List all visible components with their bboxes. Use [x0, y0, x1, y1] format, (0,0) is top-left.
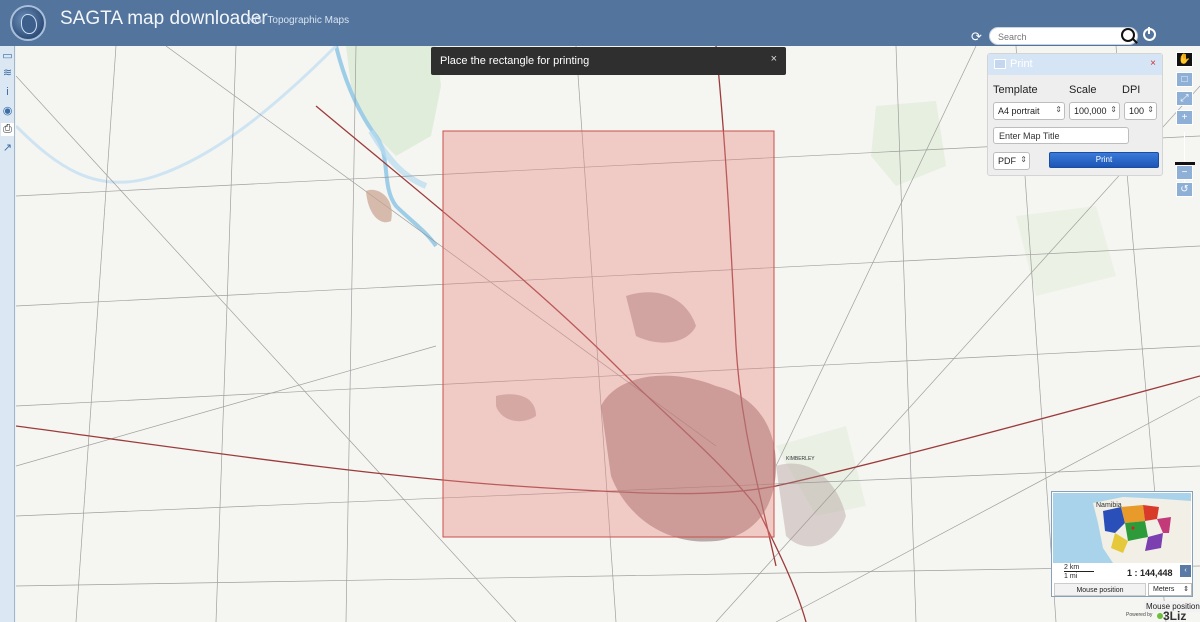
dpi-label: DPI — [1122, 84, 1141, 96]
print-panel-title: Print — [1010, 58, 1033, 70]
scale-bar-line — [1064, 571, 1094, 572]
left-toolbar: ▭ ≋ i ◉ ⎙ ↗ — [0, 46, 15, 622]
dpi-select[interactable]: 100 — [1124, 102, 1157, 120]
scale-bar: 2 km 1 mi — [1064, 564, 1109, 580]
print-panel-close-icon[interactable]: × — [1150, 58, 1156, 69]
print-panel-header: Print × — [988, 54, 1162, 75]
app-header: SAGTA map downloader NGI Topographic Map… — [0, 0, 1200, 46]
scale-bar-mi: 1 mi — [1064, 573, 1078, 580]
search-input[interactable] — [998, 30, 1113, 43]
powered-by-label: Powered by — [1126, 612, 1153, 618]
toast-close-icon[interactable]: × — [771, 53, 777, 65]
format-select[interactable]: PDF — [993, 152, 1030, 170]
search-box[interactable] — [989, 27, 1138, 45]
sagta-logo — [10, 5, 46, 41]
history-icon[interactable]: ↺ — [1176, 182, 1193, 197]
overview-country-label: Namibia — [1096, 502, 1122, 509]
folder-icon[interactable]: ▭ — [1, 50, 14, 63]
share-icon[interactable]: ↗ — [1, 142, 14, 155]
units-select[interactable]: Meters — [1148, 583, 1192, 596]
map-title-input[interactable] — [993, 127, 1129, 144]
app-title: SAGTA map downloader — [60, 8, 268, 29]
print-icon[interactable]: ⎙ — [1, 123, 14, 136]
overview-map[interactable]: Namibia — [1053, 493, 1191, 563]
template-label: Template — [993, 84, 1038, 96]
overview-map-panel: Namibia 2 km 1 mi 1 : 144,448 ‹ Mouse po… — [1051, 491, 1193, 597]
scale-ratio: 1 : 144,448 — [1127, 568, 1173, 578]
map-navigation-bar: ✋ □ ⤢ + − ↺ — [1175, 52, 1195, 202]
power-icon[interactable] — [1143, 27, 1156, 41]
refresh-icon[interactable]: ⟳ — [971, 29, 982, 45]
pan-hand-icon[interactable]: ✋ — [1176, 52, 1193, 67]
zoom-in-icon[interactable]: + — [1176, 110, 1193, 125]
template-select[interactable]: A4 portrait — [993, 102, 1065, 120]
place-label-kimberley: KIMBERLEY — [786, 456, 815, 462]
locate-icon[interactable]: ◉ — [1, 105, 14, 118]
overview-map-canvas — [1053, 493, 1191, 563]
scale-select[interactable]: 100,000 — [1069, 102, 1120, 120]
printer-icon — [994, 59, 1006, 69]
scale-label: Scale — [1069, 84, 1097, 96]
zoom-extent-icon[interactable]: ⤢ — [1176, 91, 1193, 106]
print-instruction-toast: Place the rectangle for printing × — [431, 47, 786, 75]
overview-toggle-icon[interactable]: ‹ — [1180, 565, 1191, 577]
search-icon[interactable] — [1121, 28, 1135, 42]
mouse-position-label: Mouse position — [1054, 583, 1146, 596]
app-subtitle: NGI Topographic Maps — [247, 15, 350, 26]
toast-message: Place the rectangle for printing — [440, 55, 590, 67]
print-panel: Print × Template Scale DPI A4 portrait 1… — [987, 53, 1163, 176]
zoom-box-icon[interactable]: □ — [1176, 72, 1193, 87]
info-icon[interactable]: i — [1, 86, 14, 99]
print-button[interactable]: Print — [1049, 152, 1159, 168]
scale-bar-km: 2 km — [1064, 564, 1080, 571]
layers-icon[interactable]: ≋ — [1, 67, 14, 80]
zoom-out-icon[interactable]: − — [1176, 165, 1193, 180]
lizmap-logo[interactable]: 3Liz — [1156, 609, 1186, 622]
